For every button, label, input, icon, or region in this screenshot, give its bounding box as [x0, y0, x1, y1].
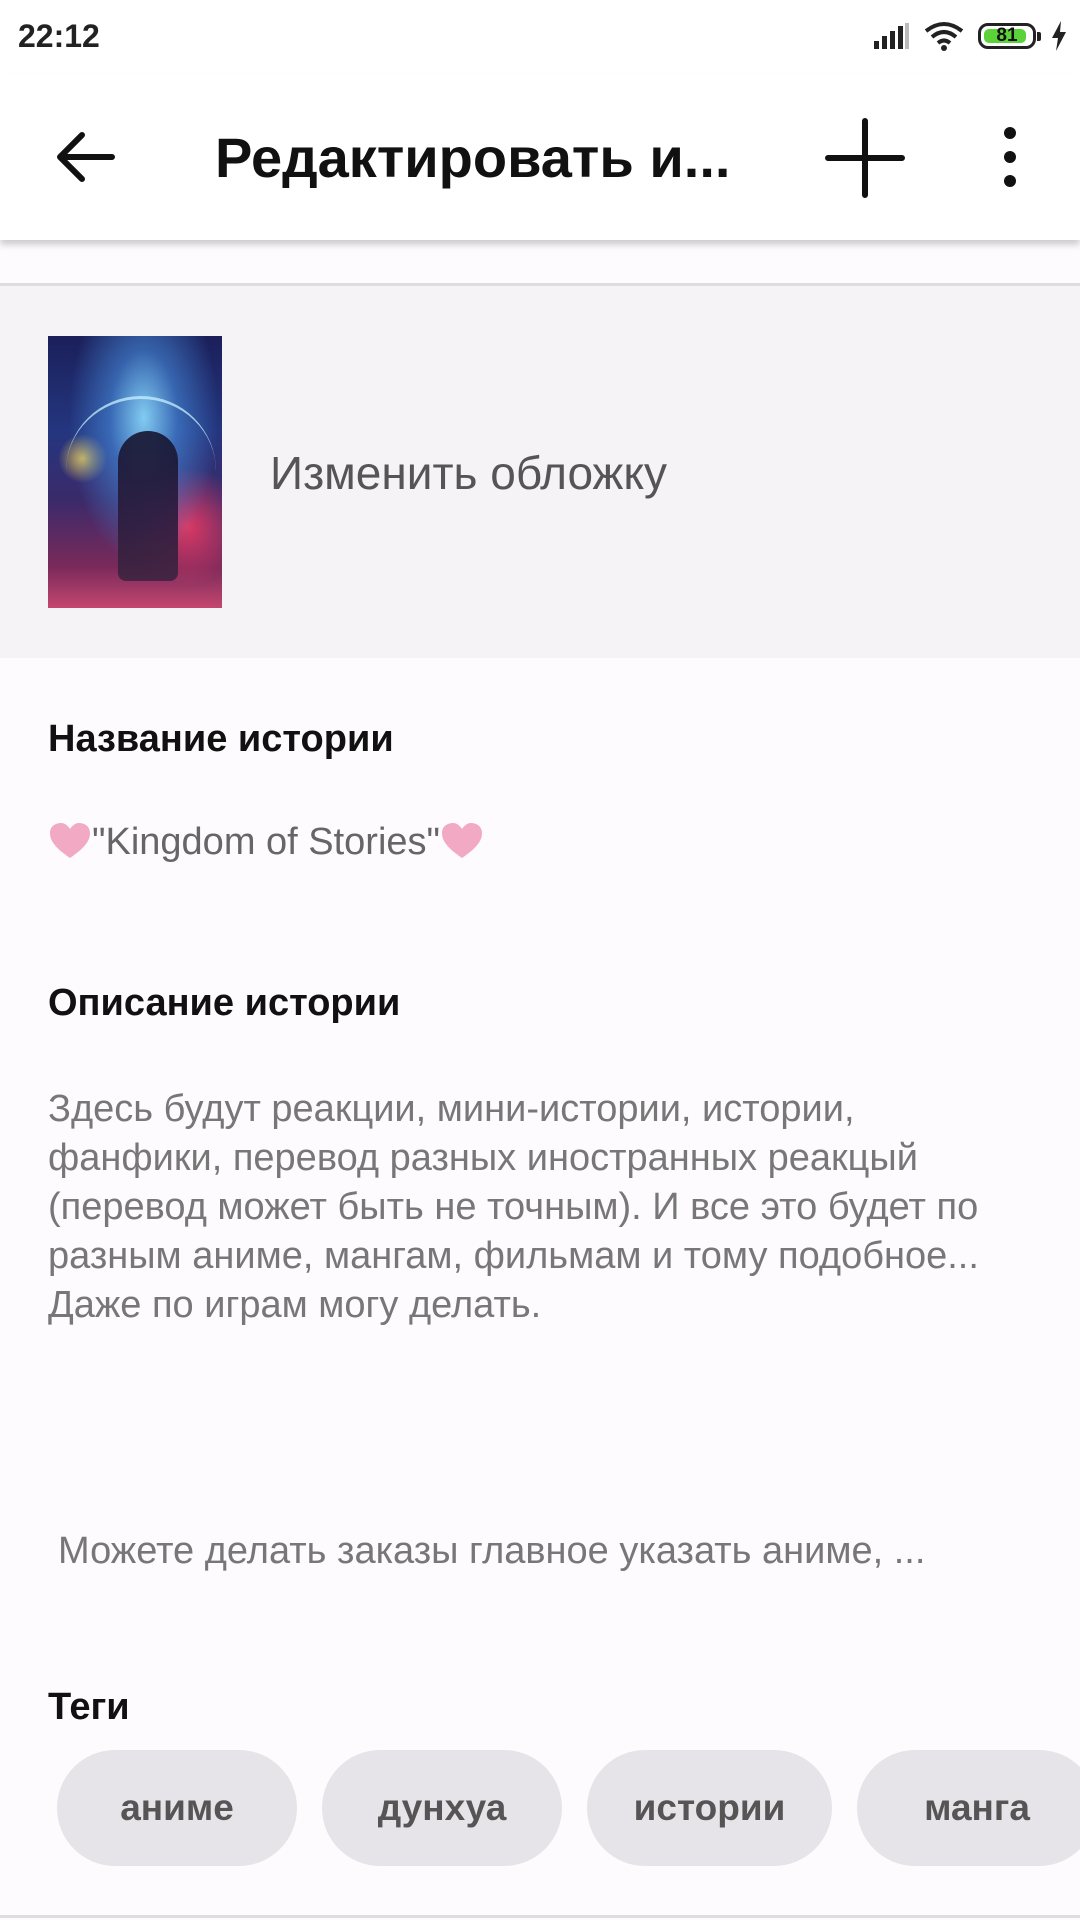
tag-chip[interactable]: аниме: [57, 1750, 297, 1866]
tag-chip[interactable]: истории: [587, 1750, 832, 1866]
status-time: 22:12: [18, 18, 100, 54]
story-title-field[interactable]: "Kingdom of Stories": [48, 820, 484, 864]
change-cover-label[interactable]: Изменить обложку: [270, 446, 667, 500]
heart-icon: [50, 823, 90, 858]
more-options-button[interactable]: [990, 123, 1030, 193]
story-title-label: Название истории: [48, 718, 394, 760]
tag-chip[interactable]: манга: [857, 1750, 1080, 1866]
cover-image[interactable]: [48, 336, 222, 608]
plus-icon: [825, 118, 905, 198]
wifi-icon: [924, 22, 964, 51]
charging-icon: [1052, 21, 1066, 51]
divider: [0, 1915, 1080, 1918]
more-vert-icon: [1004, 127, 1016, 187]
tag-chip[interactable]: дунхуа: [322, 1750, 562, 1866]
story-title-value: "Kingdom of Stories": [92, 820, 441, 863]
heart-icon: [442, 823, 483, 858]
app-bar: Редактировать и...: [0, 75, 1080, 240]
story-description-field[interactable]: Здесь будут реакции, мини-истории, истор…: [48, 1085, 1038, 1330]
add-button[interactable]: [820, 113, 910, 203]
tags-label: Теги: [48, 1686, 130, 1728]
page-title: Редактировать и...: [215, 126, 731, 189]
story-description-label: Описание истории: [48, 982, 401, 1024]
status-bar: 22:12 81: [0, 0, 1080, 75]
tags-list: аниме дунхуа истории манга: [57, 1750, 1080, 1866]
battery-percent: 81: [996, 25, 1018, 46]
arrow-left-icon: [57, 132, 115, 182]
description-continuation[interactable]: Можете делать заказы главное указать ани…: [58, 1530, 1028, 1573]
back-button[interactable]: [48, 117, 128, 197]
battery-indicator: 81: [978, 23, 1041, 49]
cover-section[interactable]: Изменить обложку: [0, 286, 1080, 658]
signal-icon: [874, 23, 909, 49]
status-icons: 81: [874, 16, 1068, 56]
